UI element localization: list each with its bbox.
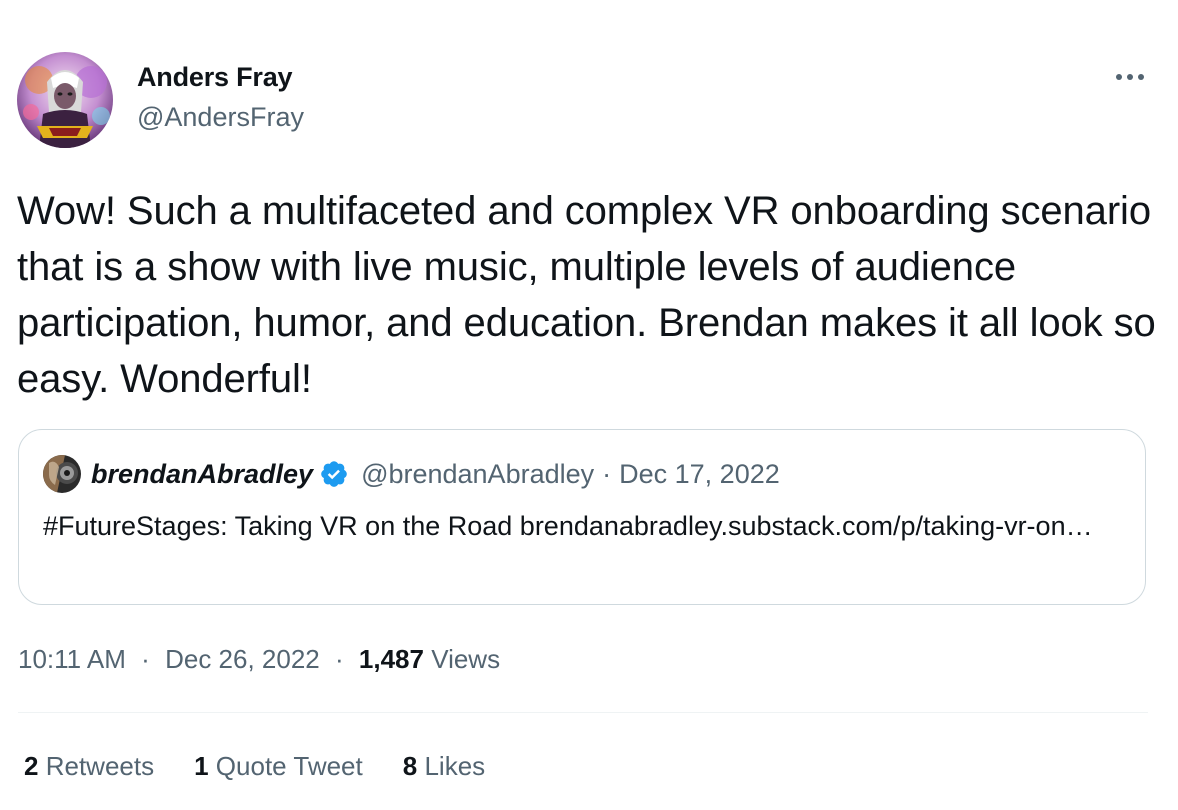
- quoted-author-name[interactable]: brendanAbradley: [91, 459, 313, 490]
- author-name[interactable]: Anders Fray: [137, 62, 293, 93]
- quoted-tweet[interactable]: brendanAbradley @brendanAbradley · Dec 1…: [18, 429, 1146, 605]
- retweets-label: Retweets: [45, 751, 155, 781]
- likes-count: 8: [402, 751, 418, 781]
- separator-dot: ·: [334, 644, 344, 674]
- quote-tweets-count: 1: [194, 751, 209, 781]
- tweet-date[interactable]: Dec 26, 2022: [165, 644, 320, 674]
- verified-badge-icon: [319, 459, 349, 489]
- quote-tweets-label: Quote Tweet: [215, 751, 363, 781]
- quoted-tweet-text: #FutureStages: Taking VR on the Road bre…: [43, 511, 1093, 541]
- views-label: Views: [431, 644, 501, 674]
- likes-label: Likes: [424, 751, 486, 781]
- tweet-meta: 10:11 AM · Dec 26, 2022 · 1,487 Views: [18, 644, 500, 675]
- more-button[interactable]: [1108, 62, 1152, 92]
- quoted-author-avatar[interactable]: [43, 455, 81, 493]
- tweet-time[interactable]: 10:11 AM: [18, 644, 126, 674]
- more-dots-icon: [1116, 74, 1144, 80]
- separator-dot: ·: [602, 458, 612, 489]
- retweets-stat[interactable]: 2 Retweets: [24, 751, 154, 782]
- likes-stat[interactable]: 8 Likes: [403, 751, 485, 782]
- author-avatar[interactable]: [17, 52, 113, 148]
- retweets-count: 2: [24, 751, 39, 781]
- divider: [18, 712, 1148, 713]
- tweet-text: Wow! Such a multifaceted and complex VR …: [17, 189, 1156, 401]
- views-count: 1,487: [358, 644, 424, 674]
- engagement-stats: 2 Retweets 1 Quote Tweet 8 Likes: [24, 751, 525, 782]
- separator-dot: ·: [141, 644, 150, 674]
- avatar-image: [17, 52, 113, 148]
- quoted-author-handle[interactable]: @brendanAbradley: [361, 459, 594, 490]
- author-handle[interactable]: @AndersFray: [137, 102, 304, 133]
- quote-tweets-stat[interactable]: 1 Quote Tweet: [194, 751, 363, 782]
- quoted-avatar-image: [43, 455, 81, 493]
- quoted-tweet-date[interactable]: Dec 17, 2022: [619, 459, 780, 490]
- quoted-tweet-header: brendanAbradley @brendanAbradley · Dec 1…: [91, 455, 780, 493]
